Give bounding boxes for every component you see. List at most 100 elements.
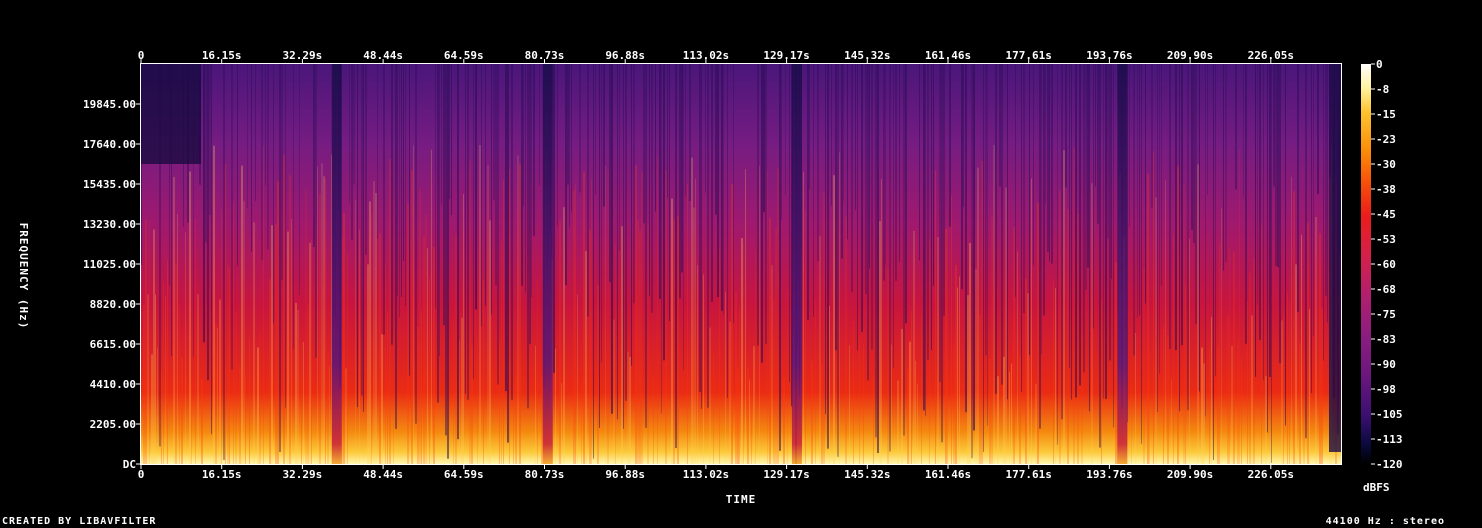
spectrogram-streak [567, 64, 569, 185]
spectrogram-streak [247, 64, 248, 208]
spectrogram-streak [401, 64, 402, 298]
spectrogram-streak [805, 210, 806, 464]
spectrogram-streak [647, 222, 649, 464]
spectrogram-streak [843, 64, 844, 202]
spectrogram-streak [1009, 371, 1010, 464]
spectrogram-streak [1309, 308, 1310, 464]
spectrogram-streak [809, 64, 810, 189]
spectrogram-streak [203, 64, 205, 343]
spectrogram-streak [273, 64, 274, 324]
spectrogram-streak [1295, 264, 1297, 464]
x-tick-label: 193.76s [1086, 468, 1132, 481]
spectrogram-streak [195, 218, 196, 464]
spectrogram-streak [789, 64, 790, 383]
spectrogram-streak [981, 160, 983, 465]
spectrogram-streak [739, 307, 740, 464]
y-tick-label: 11025.00 [83, 258, 136, 271]
spectrogram-streak [501, 241, 502, 464]
x-tick-label: 0 [138, 49, 145, 62]
spectrogram-streak [1299, 343, 1301, 464]
spectrogram-streak [1087, 64, 1089, 268]
spectrogram-streak [1075, 64, 1077, 398]
spectrogram-streak [1231, 345, 1233, 464]
spectrogram-streak [437, 64, 439, 403]
spectrogram-streak [327, 353, 329, 464]
spectrogram-streak [745, 169, 746, 464]
spectrogram-streak [835, 64, 837, 351]
spectrogram-streak [983, 64, 984, 452]
spectrogram-streak [1131, 380, 1132, 464]
spectrogram-streak [891, 344, 892, 464]
spectrogram-streak [1203, 363, 1205, 464]
spectrogram-streak [461, 317, 463, 464]
spectrogram-streak [899, 64, 900, 263]
spectrogram-streak [661, 64, 662, 414]
outro-quiet-region [1329, 64, 1341, 452]
spectrogram-streak [459, 340, 460, 464]
spectrogram-streak [1217, 346, 1219, 464]
spectrogram-streak [821, 364, 823, 464]
spectrogram-streak [675, 64, 677, 449]
spectrogram-streak [283, 154, 285, 464]
spectrogram-streak [607, 169, 609, 464]
spectrogram-streak [1223, 64, 1224, 271]
spectrogram-streak [539, 64, 540, 186]
x-tick-label: 209.90s [1167, 49, 1213, 62]
spectrogram-streak [263, 145, 264, 465]
spectrogram-streak [823, 192, 825, 464]
spectrogram-streak [907, 368, 909, 464]
spectrogram-streak [513, 382, 514, 464]
spectrogram-streak [867, 64, 869, 381]
spectrogram-streak [921, 315, 922, 464]
x-tick-label: 96.88s [605, 468, 645, 481]
spectrogram-streak [733, 64, 734, 324]
spectrogram-streak [773, 298, 775, 464]
spectrogram-streak [815, 301, 816, 464]
spectrogram-streak [767, 169, 768, 464]
spectrogram-streak [1083, 64, 1085, 373]
colorbar-tick-label: -83 [1376, 333, 1396, 346]
spectrogram-streak [985, 64, 987, 356]
spectrogram-streak [1275, 64, 1277, 266]
colorbar-tick-label: -113 [1376, 433, 1403, 446]
spectrogram-streak [229, 268, 230, 464]
spectrogram-streak [361, 64, 363, 396]
spectrogram-streak [697, 265, 698, 464]
spectrogram-streak [1085, 64, 1087, 290]
spectrogram-streak [1035, 383, 1037, 464]
spectrogram-streak [197, 294, 199, 464]
spectrogram-streak [181, 357, 183, 464]
spectrogram-streak [293, 64, 294, 349]
spectrogram-streak [781, 64, 782, 220]
spectrogram-streak [819, 235, 821, 464]
spectrogram-streak [1081, 333, 1083, 464]
spectrogram-streak [1001, 64, 1003, 385]
spectrogram-streak [1031, 178, 1032, 464]
spectrogram-streak [485, 64, 486, 307]
spectrogram-streak [1303, 353, 1305, 464]
spectrogram-streak [487, 164, 489, 465]
spectrogram-streak [189, 171, 191, 464]
quiet-segment [542, 64, 553, 464]
spectrogram-streak [231, 64, 233, 370]
spectrogram-streak [349, 64, 350, 203]
spectrogram-streak [631, 64, 632, 366]
x-tick-label: 48.44s [363, 468, 403, 481]
spectrogram-streak [211, 64, 212, 435]
spectrogram-streak [1021, 64, 1022, 392]
spectrogram-streak [977, 167, 979, 465]
colorbar-tick-label: -60 [1376, 258, 1396, 271]
spectrogram-streak [877, 64, 879, 454]
spectrogram-streak [915, 360, 916, 464]
spectrogram-streak [369, 201, 371, 464]
spectrogram-streak [317, 166, 318, 464]
spectrogram-streak [1069, 64, 1070, 369]
spectrogram-streak [1229, 249, 1230, 464]
spectrogram-streak [509, 169, 510, 464]
spectrogram-streak [947, 226, 948, 464]
x-tick-label: 177.61s [1006, 468, 1052, 481]
spectrogram-streak [165, 296, 166, 464]
spectrogram-streak [239, 365, 241, 464]
x-tick-label: 113.02s [683, 49, 729, 62]
x-tick-label: 226.05s [1248, 49, 1294, 62]
